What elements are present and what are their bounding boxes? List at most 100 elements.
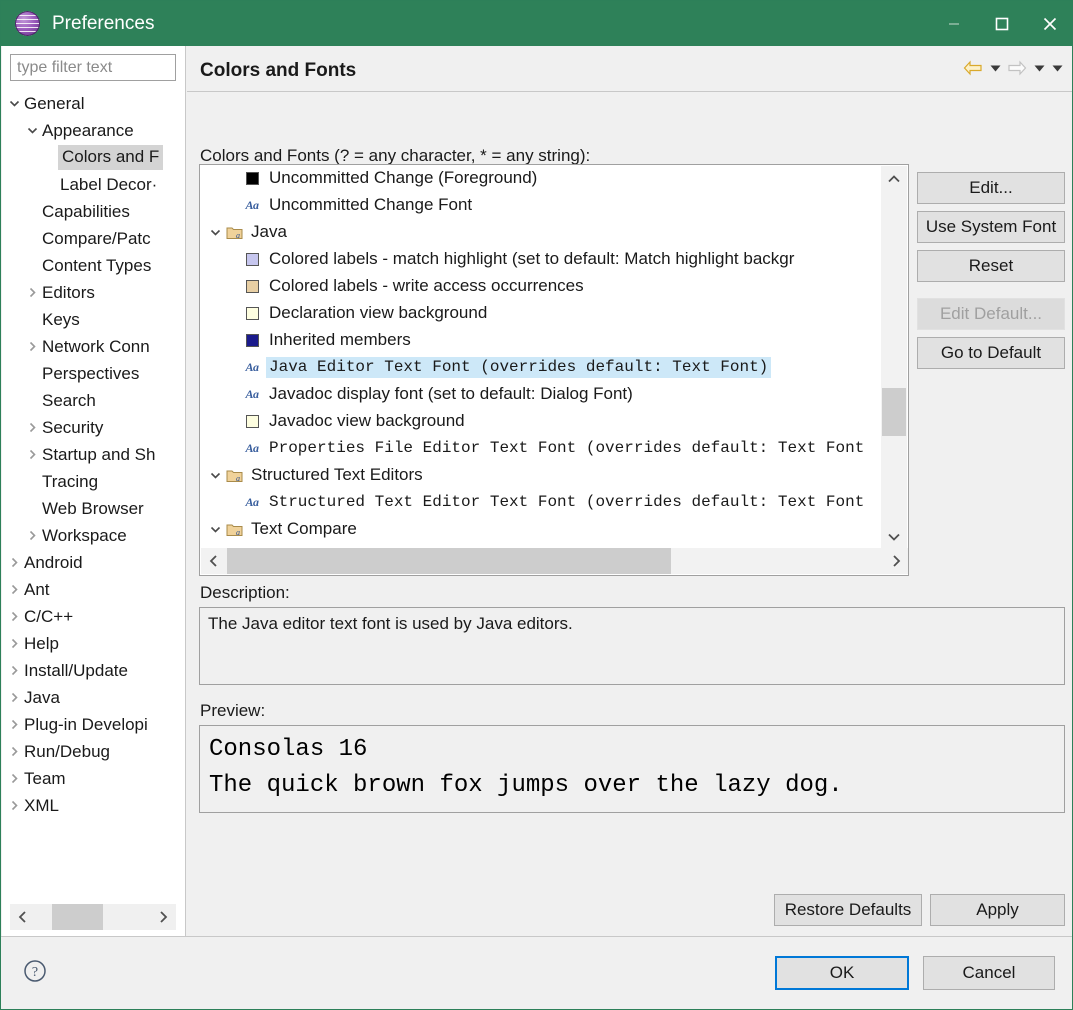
sidebar-item-label: Capabilities <box>40 202 132 222</box>
tree-spacer <box>206 408 224 435</box>
sidebar-item[interactable]: Install/Update <box>2 657 184 684</box>
apply-button[interactable]: Apply <box>930 894 1065 926</box>
colors-and-fonts-tree[interactable]: Uncommitted Change (Foreground)AaUncommi… <box>199 164 909 576</box>
cancel-button[interactable]: Cancel <box>923 956 1055 990</box>
sidebar-item[interactable]: General <box>2 90 184 117</box>
chevron-right-icon[interactable] <box>6 765 22 792</box>
chevron-right-icon[interactable] <box>883 548 909 574</box>
tree-row[interactable]: aStructured Text Editors <box>200 462 882 489</box>
tree-row[interactable]: AaJavadoc display font (set to default: … <box>200 381 882 408</box>
sidebar-item[interactable]: Security <box>2 414 184 441</box>
help-question-icon[interactable]: ? <box>23 959 47 983</box>
chevron-down-icon[interactable] <box>881 524 907 550</box>
sidebar-item[interactable]: Java <box>2 684 184 711</box>
scrollbar-track[interactable] <box>36 904 150 930</box>
ok-button[interactable]: OK <box>775 956 909 990</box>
tree-row[interactable]: Colored labels - match highlight (set to… <box>200 246 882 273</box>
chevron-right-icon[interactable] <box>24 333 40 360</box>
sidebar-item[interactable]: Help <box>2 630 184 657</box>
chevron-right-icon[interactable] <box>6 657 22 684</box>
sidebar-item[interactable]: Appearance <box>2 117 184 144</box>
back-arrow-icon[interactable] <box>961 56 985 80</box>
sidebar-filter-input[interactable] <box>10 54 176 81</box>
sidebar-item[interactable]: Ant <box>2 576 184 603</box>
sidebar-item[interactable]: Content Types <box>2 252 184 279</box>
chevron-right-icon[interactable] <box>6 792 22 819</box>
chevron-right-icon[interactable] <box>6 630 22 657</box>
forward-dropdown-caret-down-icon[interactable] <box>1031 56 1047 80</box>
scrollbar-thumb[interactable] <box>227 548 671 574</box>
chevron-down-icon[interactable] <box>206 462 224 489</box>
sidebar-item[interactable]: Search <box>2 387 184 414</box>
tree-vertical-scrollbar[interactable] <box>881 166 907 550</box>
edit-button[interactable]: Edit... <box>917 172 1065 204</box>
scrollbar-thumb[interactable] <box>882 388 906 436</box>
tree-row[interactable]: Javadoc view background <box>200 408 882 435</box>
chevron-down-icon[interactable] <box>24 117 40 144</box>
sidebar-item[interactable]: XML <box>2 792 184 819</box>
go-to-default-button[interactable]: Go to Default <box>917 337 1065 369</box>
chevron-right-icon[interactable] <box>6 603 22 630</box>
tree-spacer <box>206 435 224 462</box>
preference-tree[interactable]: GeneralAppearanceColors and FLabel Decor… <box>2 90 184 936</box>
chevron-left-icon[interactable] <box>10 904 36 930</box>
chevron-down-icon[interactable] <box>6 90 22 117</box>
chevron-right-icon[interactable] <box>6 684 22 711</box>
tree-row[interactable]: Declaration view background <box>200 300 882 327</box>
tree-row[interactable]: AaStructured Text Editor Text Font (over… <box>200 489 882 516</box>
tree-row[interactable]: AaProperties File Editor Text Font (over… <box>200 435 882 462</box>
sidebar-item[interactable]: Startup and Sh <box>2 441 184 468</box>
chevron-down-icon[interactable] <box>206 516 224 543</box>
chevron-right-icon[interactable] <box>6 576 22 603</box>
close-icon[interactable] <box>1026 1 1073 46</box>
tree-row[interactable]: Uncommitted Change (Foreground) <box>200 165 882 192</box>
chevron-up-icon[interactable] <box>881 166 907 192</box>
chevron-right-icon[interactable] <box>24 522 40 549</box>
chevron-right-icon[interactable] <box>6 549 22 576</box>
tree-row[interactable]: Colored labels - write access occurrence… <box>200 273 882 300</box>
restore-defaults-button[interactable]: Restore Defaults <box>774 894 922 926</box>
sidebar-item[interactable]: Perspectives <box>2 360 184 387</box>
chevron-left-icon[interactable] <box>201 548 227 574</box>
sidebar-item[interactable]: Keys <box>2 306 184 333</box>
sidebar-item[interactable]: Workspace <box>2 522 184 549</box>
tree-row[interactable]: aJava <box>200 219 882 246</box>
chevron-right-icon[interactable] <box>24 441 40 468</box>
view-menu-caret-down-icon[interactable] <box>1049 56 1065 80</box>
scrollbar-thumb[interactable] <box>52 904 103 930</box>
tree-row[interactable]: Inherited members <box>200 327 882 354</box>
tree-spacer <box>24 198 40 225</box>
chevron-right-icon[interactable] <box>6 738 22 765</box>
chevron-right-icon[interactable] <box>24 414 40 441</box>
sidebar-item[interactable]: Colors and F <box>2 144 184 171</box>
chevron-right-icon[interactable] <box>150 904 176 930</box>
sidebar-item[interactable]: C/C++ <box>2 603 184 630</box>
colors-and-fonts-filter-label: Colors and Fonts (? = any character, * =… <box>200 146 590 166</box>
reset-button[interactable]: Reset <box>917 250 1065 282</box>
sidebar-item[interactable]: Team <box>2 765 184 792</box>
use-system-font-button[interactable]: Use System Font <box>917 211 1065 243</box>
sidebar-item-label: Run/Debug <box>22 742 112 762</box>
sidebar-item[interactable]: Android <box>2 549 184 576</box>
sidebar-horizontal-scrollbar[interactable] <box>10 904 176 930</box>
sidebar-item[interactable]: Tracing <box>2 468 184 495</box>
tree-row[interactable]: aText Compare <box>200 516 882 543</box>
tree-viewport[interactable]: Uncommitted Change (Foreground)AaUncommi… <box>200 165 882 549</box>
sidebar-item[interactable]: Run/Debug <box>2 738 184 765</box>
tree-row[interactable]: AaJava Editor Text Font (overrides defau… <box>200 354 882 381</box>
sidebar-item[interactable]: Web Browser <box>2 495 184 522</box>
maximize-icon[interactable] <box>978 1 1026 46</box>
sidebar-item[interactable]: Label Decor· <box>2 171 184 198</box>
sidebar-item[interactable]: Capabilities <box>2 198 184 225</box>
sidebar-item[interactable]: Network Conn <box>2 333 184 360</box>
sidebar-item[interactable]: Editors <box>2 279 184 306</box>
tree-row[interactable]: AaUncommitted Change Font <box>200 192 882 219</box>
sidebar-item[interactable]: Compare/Patc <box>2 225 184 252</box>
tree-horizontal-scrollbar[interactable] <box>201 548 909 574</box>
back-dropdown-caret-down-icon[interactable] <box>987 56 1003 80</box>
chevron-right-icon[interactable] <box>6 711 22 738</box>
minimize-icon[interactable] <box>930 1 978 46</box>
chevron-right-icon[interactable] <box>24 279 40 306</box>
sidebar-item[interactable]: Plug-in Developi <box>2 711 184 738</box>
chevron-down-icon[interactable] <box>206 219 224 246</box>
